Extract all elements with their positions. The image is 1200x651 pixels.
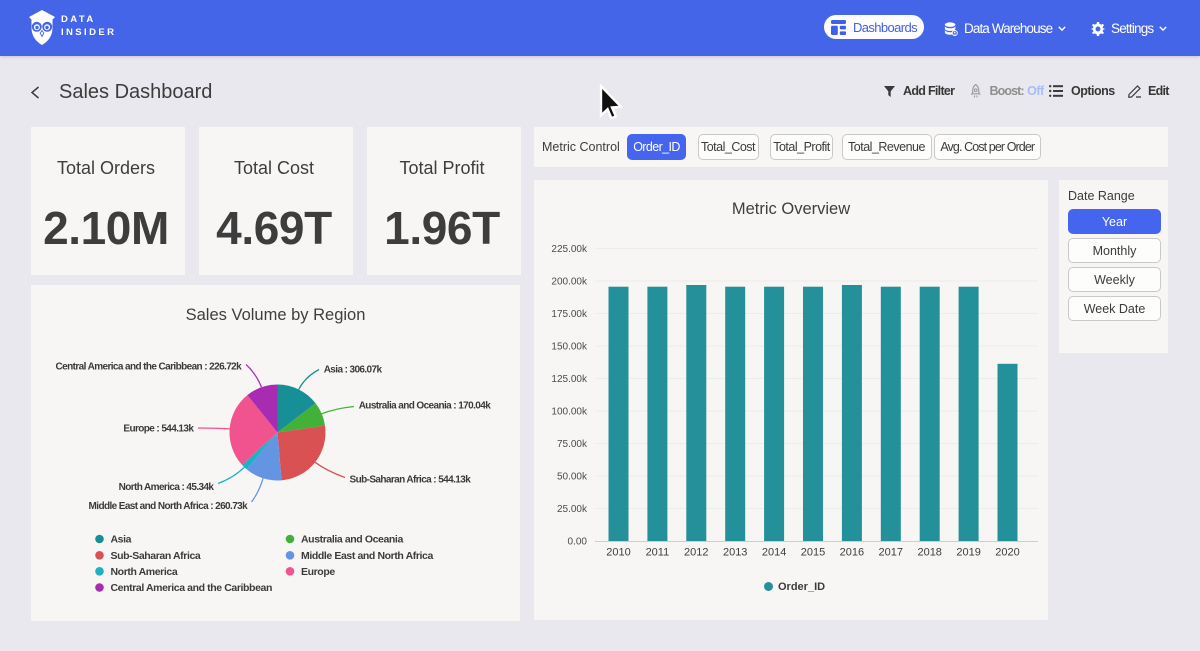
- svg-text:0.00: 0.00: [568, 537, 588, 548]
- svg-text:2011: 2011: [646, 547, 670, 559]
- svg-text:2013: 2013: [723, 547, 747, 559]
- svg-text:Australia and Oceania: Australia and Oceania: [301, 534, 403, 546]
- svg-text:Sub-Saharan Africa: Sub-Saharan Africa: [111, 550, 201, 562]
- svg-text:225.00k: 225.00k: [551, 244, 588, 255]
- svg-text:North America: North America: [111, 566, 178, 578]
- svg-text:2019: 2019: [956, 547, 980, 559]
- svg-text:Asia : 306.07k: Asia : 306.07k: [324, 365, 383, 376]
- svg-text:25.00k: 25.00k: [557, 504, 588, 515]
- svg-text:Australia and Oceania : 170.04: Australia and Oceania : 170.04k: [359, 401, 492, 412]
- svg-text:50.00k: 50.00k: [557, 472, 588, 483]
- svg-text:Middle East and North Africa: Middle East and North Africa: [301, 550, 433, 562]
- svg-text:Middle East and North Africa :: Middle East and North Africa : 260.73k: [89, 501, 249, 512]
- svg-text:2014: 2014: [762, 547, 786, 559]
- svg-text:175.00k: 175.00k: [551, 309, 588, 320]
- svg-text:North America : 45.34k: North America : 45.34k: [119, 482, 215, 493]
- svg-text:2012: 2012: [684, 547, 708, 559]
- svg-text:75.00k: 75.00k: [557, 439, 588, 450]
- svg-text:Order_ID: Order_ID: [778, 581, 825, 593]
- svg-text:Europe : 544.13k: Europe : 544.13k: [123, 424, 194, 435]
- svg-text:100.00k: 100.00k: [551, 407, 588, 418]
- svg-text:2010: 2010: [606, 547, 630, 559]
- svg-text:200.00k: 200.00k: [551, 277, 588, 288]
- svg-text:150.00k: 150.00k: [551, 342, 588, 353]
- svg-text:Europe: Europe: [301, 566, 335, 578]
- svg-text:2015: 2015: [801, 547, 825, 559]
- svg-text:125.00k: 125.00k: [551, 374, 588, 385]
- svg-text:Central America and the Caribb: Central America and the Caribbean: [111, 582, 272, 594]
- svg-text:2016: 2016: [840, 547, 864, 559]
- svg-text:2020: 2020: [995, 547, 1019, 559]
- svg-text:Asia: Asia: [111, 534, 132, 546]
- svg-text:2018: 2018: [917, 547, 941, 559]
- svg-text:Sub-Saharan Africa : 544.13k: Sub-Saharan Africa : 544.13k: [350, 475, 472, 486]
- svg-text:2017: 2017: [879, 547, 903, 559]
- svg-text:Central America and the Caribb: Central America and the Caribbean : 226.…: [56, 362, 243, 373]
